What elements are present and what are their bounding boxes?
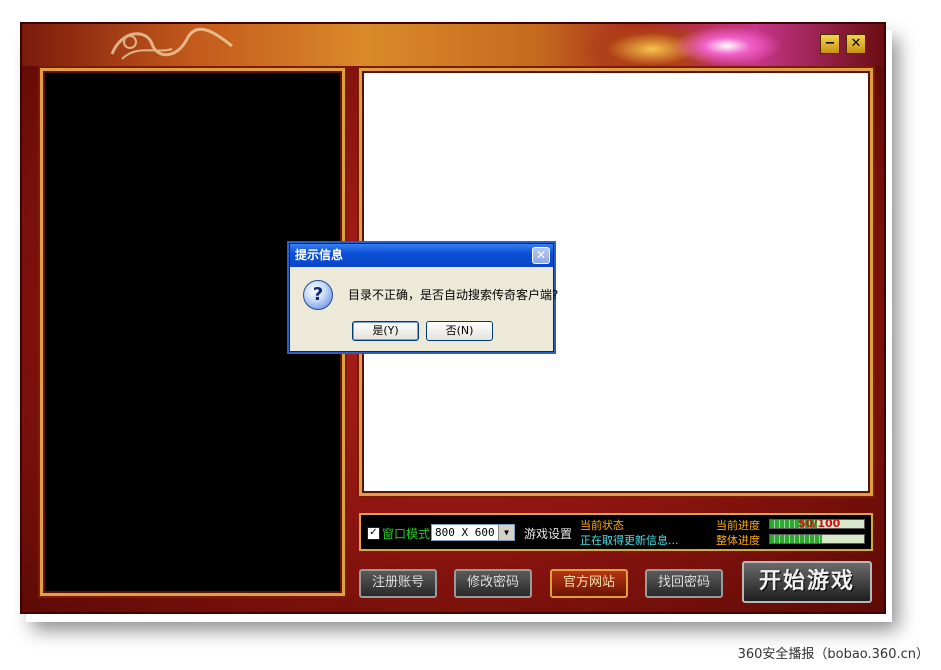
current-progress-text: 50/100 bbox=[798, 517, 841, 530]
status-text: 正在取得更新信息... bbox=[580, 534, 679, 547]
chevron-down-icon[interactable]: ▼ bbox=[498, 525, 514, 540]
change-password-button[interactable]: 修改密码 bbox=[454, 569, 532, 598]
magic-sparkle-artwork bbox=[672, 26, 782, 66]
settings-bar: ✓ 窗口模式 800 X 600 ▼ 游戏设置 当前状态 正在取得更新信息...… bbox=[359, 513, 873, 551]
watermark-text: 360安全播报（bobao.360.cn） bbox=[737, 647, 929, 662]
dialog-message: 目录不正确，是否自动搜索传奇客户端? bbox=[348, 288, 559, 302]
current-progress-bar: 50/100 bbox=[769, 517, 865, 530]
current-progress-label: 当前进度 bbox=[716, 519, 760, 532]
overall-progress-fill bbox=[770, 535, 822, 543]
prompt-dialog: 提示信息 ✕ ? 目录不正确，是否自动搜索传奇客户端? 是(Y) 否(N) bbox=[289, 243, 558, 352]
register-account-button[interactable]: 注册账号 bbox=[359, 569, 437, 598]
overall-progress-label: 整体进度 bbox=[716, 534, 760, 547]
window-mode-checkbox[interactable]: ✓ bbox=[367, 527, 380, 540]
resolution-value: 800 X 600 bbox=[435, 526, 495, 539]
minimize-button[interactable]: − bbox=[820, 34, 840, 54]
overall-progress-bar bbox=[769, 534, 865, 544]
dragon-logo-icon bbox=[110, 27, 233, 60]
no-button[interactable]: 否(N) bbox=[426, 321, 493, 341]
close-button[interactable]: ✕ bbox=[846, 34, 866, 54]
game-settings-link[interactable]: 游戏设置 bbox=[524, 525, 572, 542]
yes-button[interactable]: 是(Y) bbox=[352, 321, 419, 341]
question-icon: ? bbox=[303, 280, 333, 310]
resolution-select[interactable]: 800 X 600 ▼ bbox=[431, 524, 515, 541]
window-mode-label[interactable]: 窗口模式 bbox=[382, 525, 430, 542]
start-game-button[interactable]: 开始游戏 bbox=[742, 561, 872, 603]
current-status-label: 当前状态 bbox=[580, 519, 624, 532]
title-banner[interactable]: − ✕ bbox=[22, 24, 884, 66]
official-site-button[interactable]: 官方网站 bbox=[550, 569, 628, 598]
dialog-title[interactable]: 提示信息 bbox=[290, 244, 553, 267]
recover-password-button[interactable]: 找回密码 bbox=[645, 569, 723, 598]
dialog-close-icon[interactable]: ✕ bbox=[532, 247, 550, 264]
